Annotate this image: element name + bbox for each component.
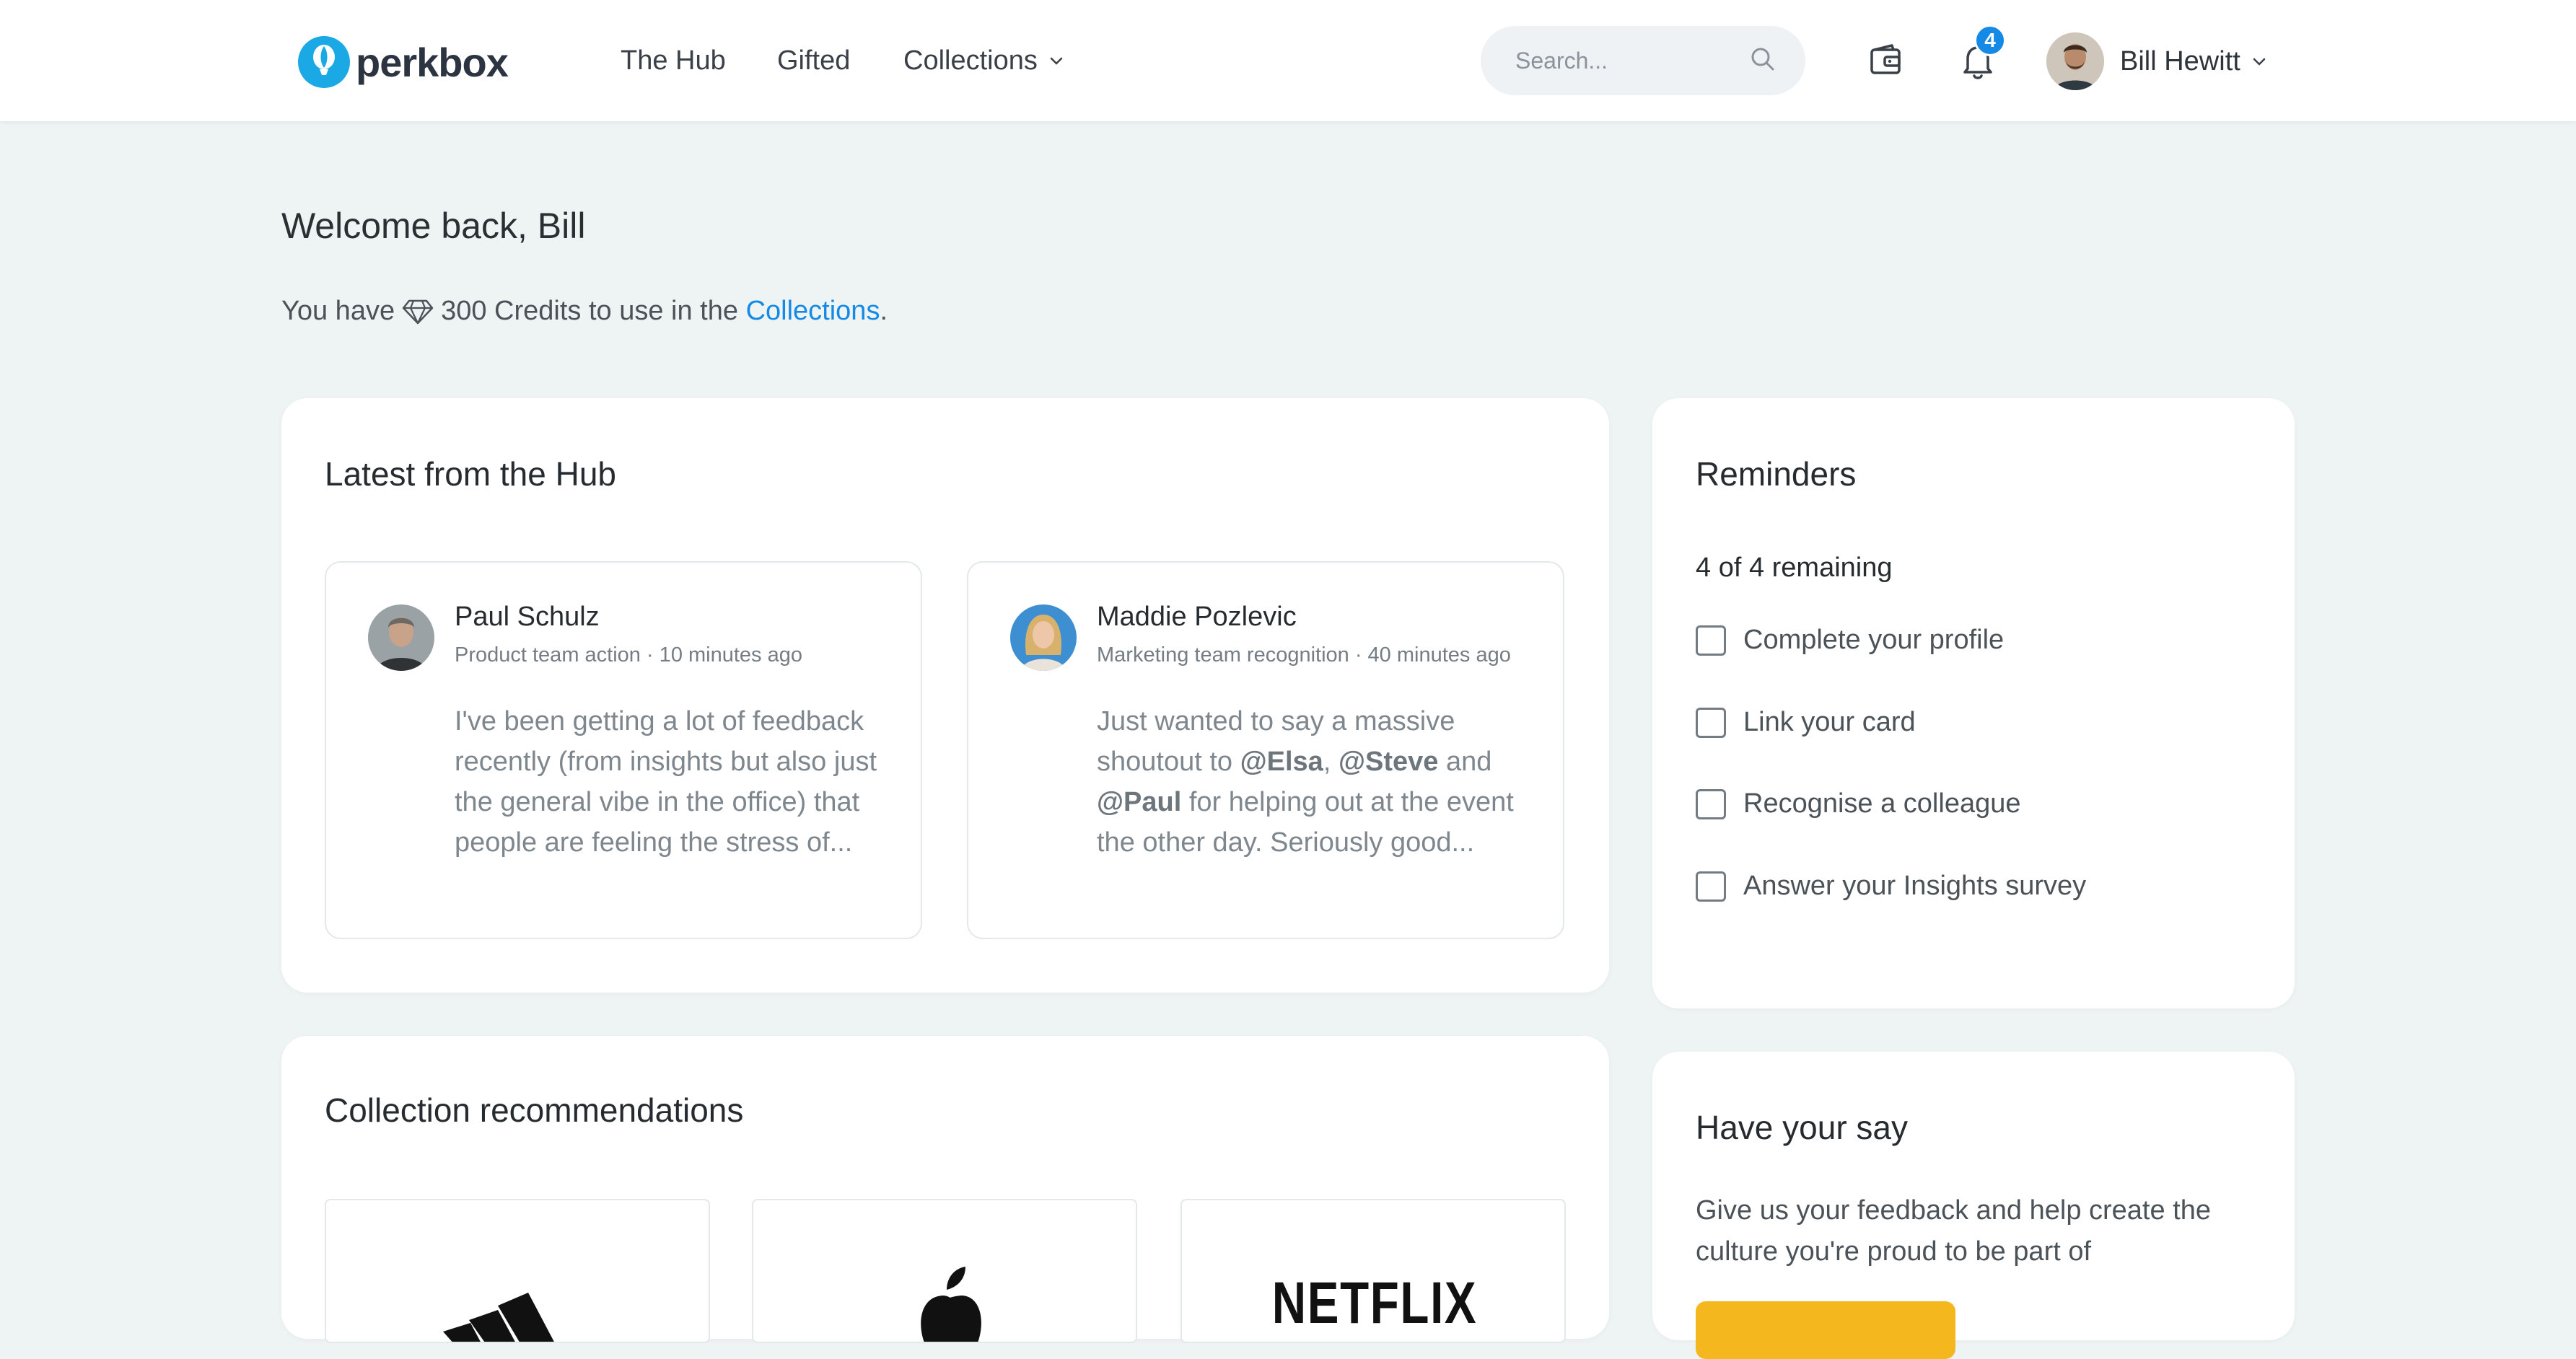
mention-link[interactable]: @Paul	[1097, 787, 1181, 817]
reminders-title: Reminders	[1696, 455, 1857, 493]
mention-link[interactable]: @Elsa	[1240, 747, 1323, 777]
search-input[interactable]	[1515, 26, 1753, 95]
author-avatar	[1010, 604, 1077, 671]
user-menu[interactable]: Bill Hewitt	[2046, 32, 2268, 91]
search-icon[interactable]	[1748, 45, 1777, 74]
apple-logo-icon	[921, 1267, 981, 1342]
reminder-checkbox[interactable]	[1696, 707, 1726, 738]
post-body-text: and	[1438, 747, 1492, 777]
post-meta: Marketing team recognition · 40 minutes …	[1097, 643, 1511, 667]
nav-label: The Hub	[621, 45, 726, 76]
diamond-icon	[402, 299, 434, 324]
post-author: Paul Schulz	[455, 602, 600, 632]
reminder-checkbox[interactable]	[1696, 625, 1726, 656]
brand-tile-apple[interactable]	[752, 1199, 1137, 1343]
user-name: Bill Hewitt	[2120, 45, 2240, 76]
credits-prefix: You have	[281, 296, 395, 326]
reminder-checkbox[interactable]	[1696, 871, 1726, 902]
reminder-label: Link your card	[1743, 707, 1916, 737]
reminders-card: Reminders 4 of 4 remaining Complete your…	[1652, 398, 2295, 1008]
collections-link[interactable]: Collections	[746, 296, 880, 327]
credits-suffix: .	[880, 296, 888, 326]
nav-label: Collections	[903, 45, 1038, 76]
collection-recommendations-card: Collection recommendations NETFLIX	[281, 1036, 1609, 1343]
post-meta: Product team action · 10 minutes ago	[455, 643, 802, 667]
netflix-logo: NETFLIX	[1271, 1270, 1478, 1336]
nav-gifted[interactable]: Gifted	[777, 39, 850, 82]
collections-title: Collection recommendations	[325, 1091, 744, 1129]
reminder-label: Complete your profile	[1743, 625, 2005, 655]
hub-post-card[interactable]: Paul Schulz Product team action · 10 min…	[325, 561, 922, 939]
reminder-item[interactable]: Complete your profile	[1696, 625, 2004, 656]
reminder-item[interactable]: Link your card	[1696, 707, 1916, 738]
notification-count-badge: 4	[1974, 25, 2006, 56]
nav-collections-dropdown[interactable]: Collections	[903, 39, 1065, 82]
hub-card-title: Latest from the Hub	[325, 455, 616, 493]
have-your-say-description: Give us your feedback and help create th…	[1696, 1195, 2212, 1267]
post-body: I've been getting a lot of feedback rece…	[455, 706, 877, 858]
brand-tile-adidas[interactable]	[325, 1199, 710, 1343]
wallet-icon[interactable]	[1867, 43, 1903, 79]
adidas-logo-icon	[443, 1293, 554, 1342]
have-your-say-card: Have your say Give us your feedback and …	[1652, 1052, 2295, 1359]
post-body-text: ,	[1323, 747, 1339, 777]
mention-link[interactable]: @Steve	[1339, 747, 1438, 777]
logo-text: perkbox	[356, 39, 509, 85]
post-body: Just wanted to say a massive shoutout to…	[1097, 701, 1523, 863]
latest-from-hub-card: Latest from the Hub Paul Schulz Product …	[281, 398, 1609, 993]
user-avatar	[2046, 32, 2104, 90]
nav-the-hub[interactable]: The Hub	[621, 39, 726, 82]
nav-label: Gifted	[777, 45, 851, 76]
give-feedback-button[interactable]	[1696, 1301, 1955, 1359]
brand-tile-netflix[interactable]: NETFLIX	[1180, 1199, 1566, 1343]
hub-post-card[interactable]: Maddie Pozlevic Marketing team recogniti…	[967, 561, 1564, 939]
top-navigation-bar: perkbox The Hub Gifted Collections 4	[0, 0, 2576, 121]
reminders-remaining-count: 4 of 4 remaining	[1696, 553, 1893, 583]
credits-summary: You have 300 Credits to use in the Colle…	[281, 296, 888, 327]
reminder-label: Answer your Insights survey	[1743, 871, 2087, 901]
reminder-item[interactable]: Answer your Insights survey	[1696, 871, 2086, 902]
reminder-label: Recognise a colleague	[1743, 788, 2021, 819]
reminder-item[interactable]: Recognise a colleague	[1696, 788, 2021, 819]
welcome-heading: Welcome back, Bill	[281, 206, 586, 246]
author-avatar	[368, 604, 434, 671]
chevron-down-icon	[1050, 57, 1063, 65]
post-author: Maddie Pozlevic	[1097, 602, 1297, 632]
reminder-checkbox[interactable]	[1696, 788, 1726, 819]
credits-amount: 300 Credits to use in the	[441, 296, 746, 326]
balloon-logo-icon	[298, 36, 350, 88]
have-your-say-title: Have your say	[1696, 1109, 1909, 1146]
perkbox-logo[interactable]: perkbox	[298, 35, 509, 89]
chevron-down-icon	[2253, 58, 2266, 66]
